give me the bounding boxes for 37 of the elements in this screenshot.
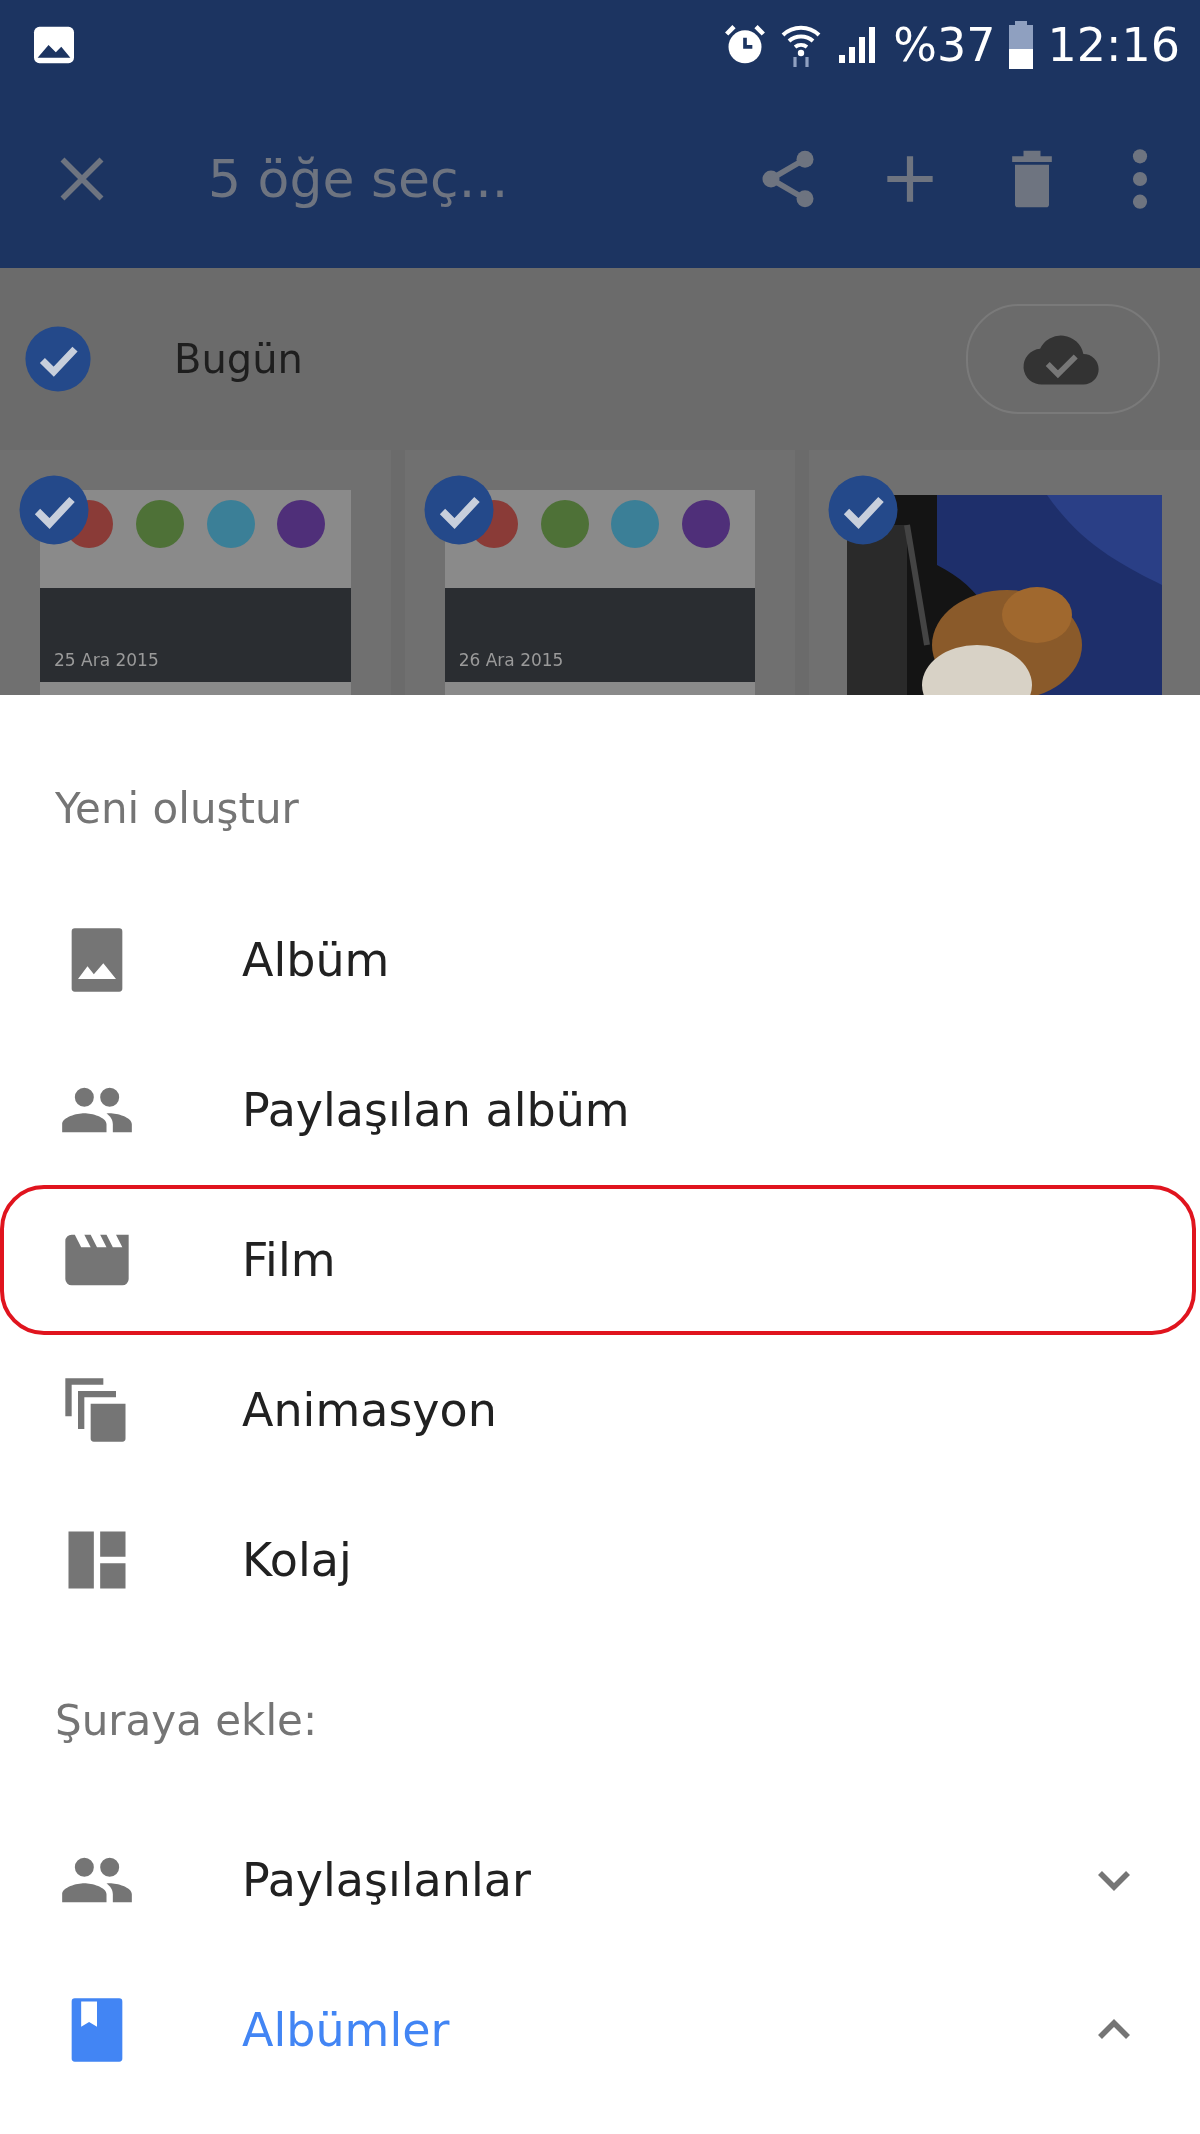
menu-item[interactable]: Film bbox=[0, 1185, 1196, 1335]
checkmark-icon[interactable] bbox=[24, 325, 92, 393]
checkmark-icon[interactable] bbox=[422, 474, 495, 546]
menu-item-label: Film bbox=[242, 1233, 337, 1287]
screenshot-thumbnail[interactable]: 25 Ara 2015 bbox=[40, 490, 351, 695]
battery-percentage: %37 bbox=[893, 18, 996, 72]
menu-item-label: Albüm bbox=[242, 933, 391, 987]
selection-title: 5 öğe seç... bbox=[208, 149, 510, 209]
section-heading: Yeni oluştur bbox=[54, 783, 300, 835]
image-icon bbox=[32, 25, 76, 65]
date-text: 26 Ara 2015 bbox=[458, 650, 564, 670]
circle-icon bbox=[681, 500, 730, 548]
menu-item-label: Albümler bbox=[242, 2003, 451, 2057]
circle-icon bbox=[277, 500, 326, 548]
menu-item[interactable]: Animasyon bbox=[0, 1335, 1196, 1485]
screenshot-thumbnail[interactable]: 26 Ara 2015 bbox=[444, 490, 756, 695]
menu-item-label: Kolaj bbox=[242, 1533, 353, 1587]
menu-item[interactable]: Paylaşılan albüm bbox=[0, 1035, 1196, 1185]
section-heading: Şuraya ekle: bbox=[54, 1694, 319, 1747]
date-heading: Bugün bbox=[174, 336, 304, 382]
backup-button[interactable] bbox=[966, 304, 1160, 414]
circle-icon bbox=[136, 500, 184, 548]
menu-item[interactable]: Paylaşılanlar bbox=[0, 1805, 1196, 1955]
checkmark-icon[interactable] bbox=[18, 474, 90, 546]
circle-icon bbox=[206, 500, 255, 548]
checkmark-icon[interactable] bbox=[827, 474, 900, 546]
circle-icon bbox=[611, 500, 660, 548]
clock-time: 12:16 bbox=[1047, 18, 1180, 72]
menu-item-label: Paylaşılan albüm bbox=[242, 1083, 631, 1137]
battery-icon bbox=[1009, 21, 1034, 69]
circle-icon bbox=[540, 500, 589, 548]
menu-item[interactable]: Kolaj bbox=[0, 1485, 1196, 1635]
menu-item-label: Animasyon bbox=[242, 1383, 498, 1437]
menu-item-label: Paylaşılanlar bbox=[242, 1853, 532, 1907]
date-text: 25 Ara 2015 bbox=[54, 650, 159, 670]
menu-item[interactable]: Albüm bbox=[0, 885, 1196, 1035]
menu-item[interactable]: Albümler bbox=[0, 1955, 1196, 2105]
